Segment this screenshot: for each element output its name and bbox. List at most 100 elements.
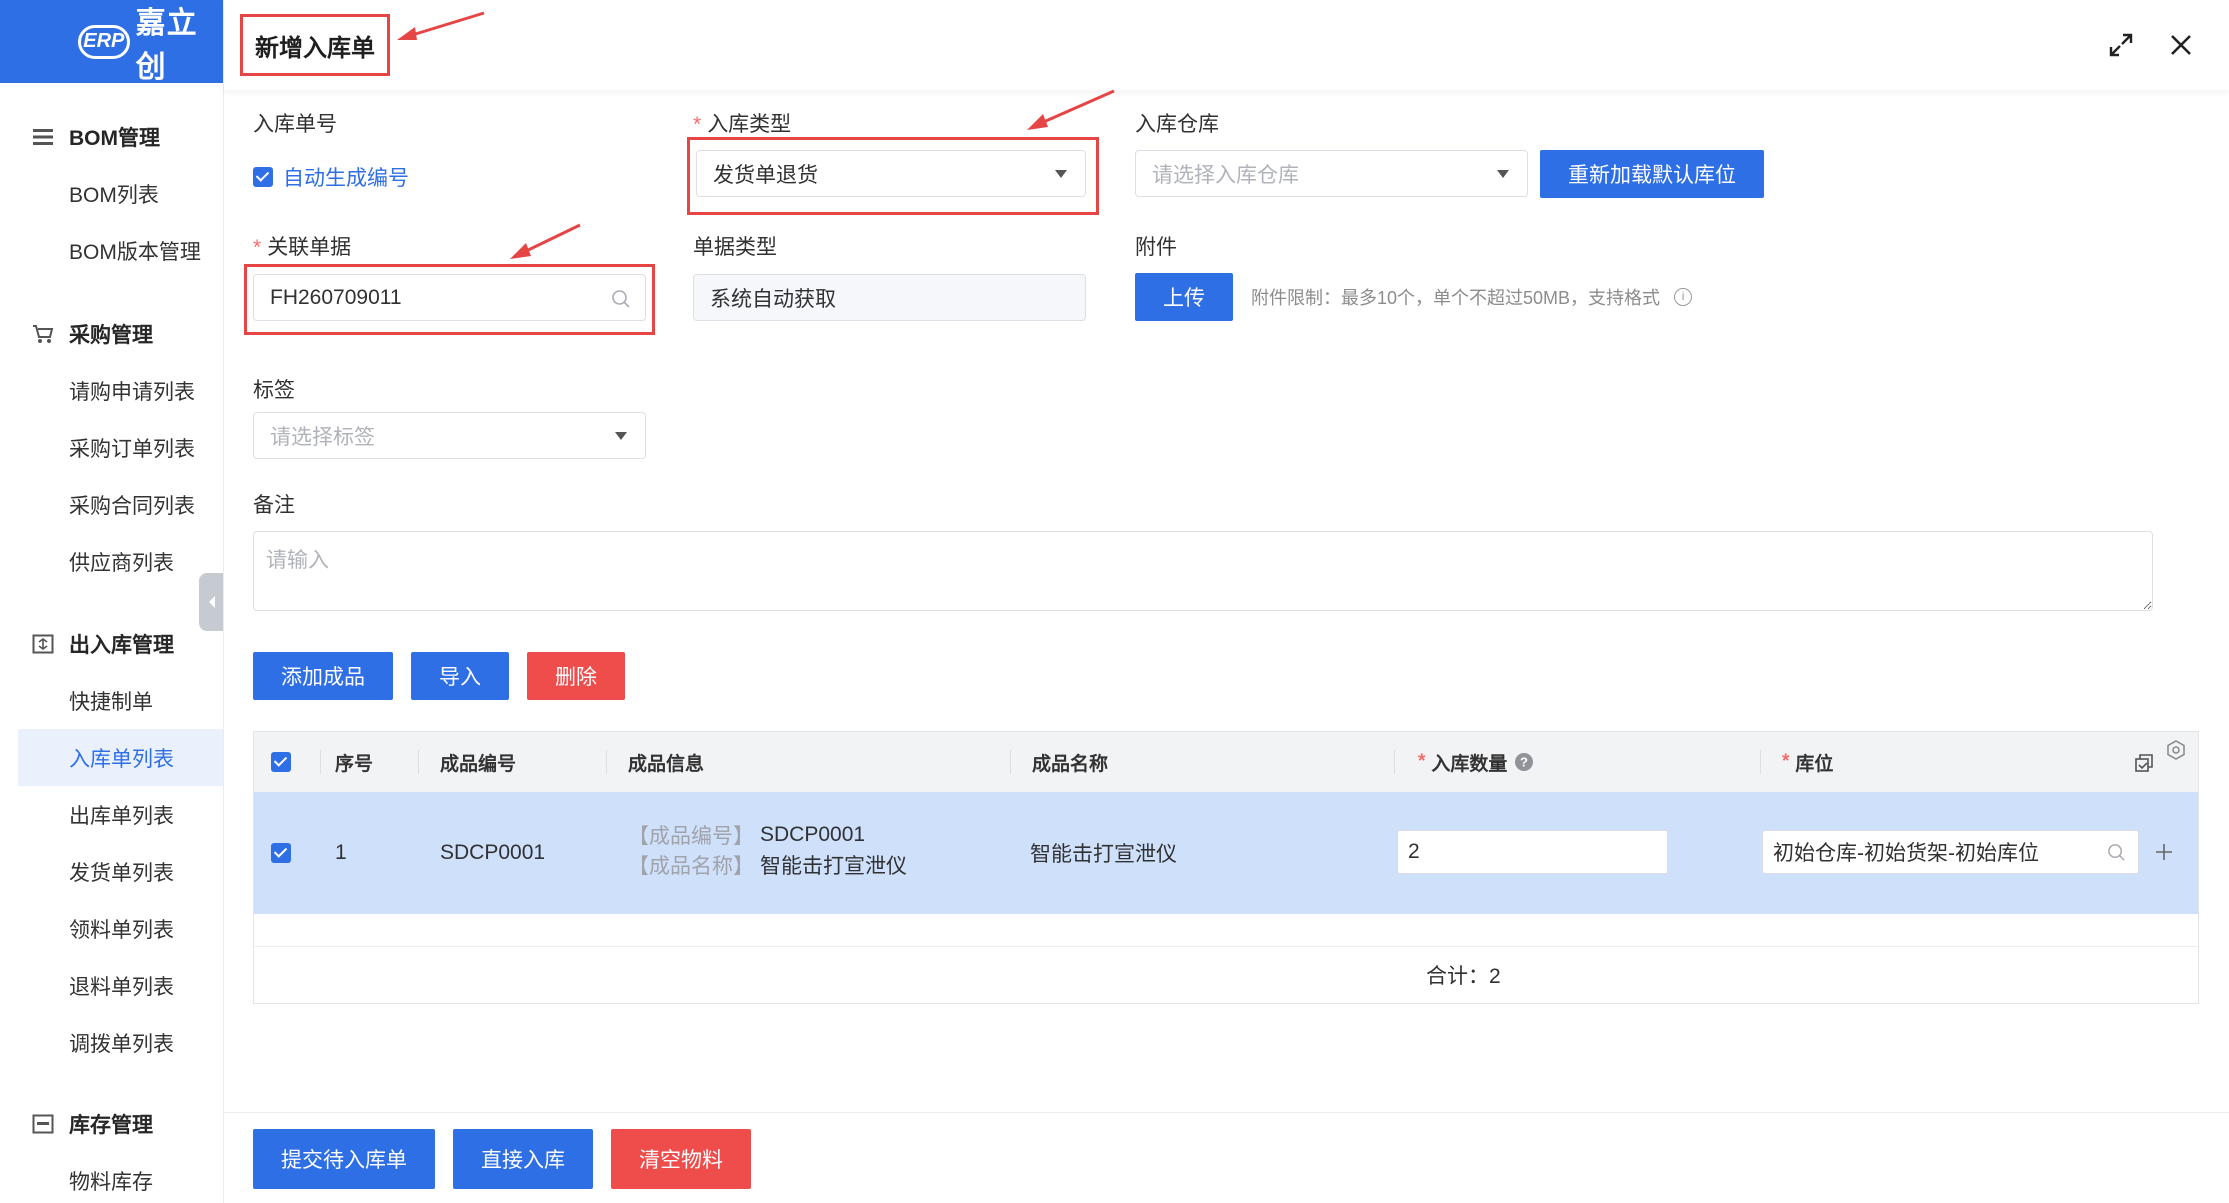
column-divider [418,750,419,774]
nav-group-label: 出入库管理 [69,633,174,657]
search-icon[interactable] [2107,843,2126,862]
brand-name: 嘉立创 [135,6,198,84]
row-checkbox[interactable] [271,792,291,914]
brand-logo[interactable]: ERP 嘉立创 [0,0,223,84]
submit-pending-button[interactable]: 提交待入库单 [253,1129,435,1189]
nav-group-title-inout[interactable]: 出入库管理 [0,615,223,672]
location-input[interactable]: 初始仓库-初始货架-初始库位 [1762,830,2139,874]
tag-label: 标签 [253,379,295,402]
checkbox-checked-icon [271,752,291,772]
column-divider [320,750,321,774]
row-seq: 1 [335,841,347,864]
checkbox-checked-icon [271,843,291,863]
row-code: SDCP0001 [440,841,546,864]
import-button[interactable]: 导入 [411,652,509,700]
clear-materials-button[interactable]: 清空物料 [611,1129,751,1189]
remark-label: 备注 [253,494,295,517]
related-doc-value: FH260709011 [270,285,402,309]
copy-icon[interactable] [2134,753,2154,773]
tag-select[interactable]: 请选择标签 [253,412,646,459]
divider [254,946,2198,947]
sidebar-item-purchase-contract[interactable]: 采购合同列表 [0,476,223,533]
column-divider [606,750,607,774]
tag-placeholder: 请选择标签 [270,425,375,449]
sidebar-item-transfer-list[interactable]: 调拨单列表 [0,1014,223,1071]
cart-icon [33,324,54,343]
table-total: 合计：2 [1426,965,1501,988]
add-product-button[interactable]: 添加成品 [253,652,393,700]
sidebar-item-shipping-list[interactable]: 发货单列表 [0,843,223,900]
nav-group-label: 库存管理 [69,1113,153,1137]
nav-group-purchase: 采购管理 请购申请列表 采购订单列表 采购合同列表 供应商列表 [0,305,223,590]
reload-default-location-button[interactable]: 重新加载默认库位 [1540,150,1764,198]
expand-icon [2109,33,2133,57]
annotation-arrow [397,11,485,40]
inventory-icon [32,1114,54,1133]
row-info-name: 【成品名称】 智能击打宣泄仪 [628,850,907,880]
inbound-type-select[interactable]: 发货单退货 [696,150,1086,197]
qty-value: 2 [1408,840,1420,863]
direct-inbound-button[interactable]: 直接入库 [453,1129,593,1189]
inbound-type-value: 发货单退货 [713,163,818,187]
sidebar-item-outbound-list[interactable]: 出库单列表 [0,786,223,843]
sidebar-item-inbound-list[interactable]: 入库单列表 [18,729,223,786]
order-no-label: 入库单号 [253,113,337,136]
sidebar-item-purchase-request[interactable]: 请购申请列表 [0,362,223,419]
sidebar-item-material-stock[interactable]: 物料库存 [0,1152,223,1203]
box-icon [32,634,54,653]
nav-group-title-inventory[interactable]: 库存管理 [0,1095,223,1152]
sidebar-item-supplier[interactable]: 供应商列表 [0,533,223,590]
sidebar-collapse-handle[interactable] [199,573,223,631]
plus-icon[interactable] [2155,843,2173,861]
svg-text:?: ? [1520,755,1528,770]
row-info-code: 【成品编号】 SDCP0001 [628,820,865,850]
upload-button[interactable]: 上传 [1135,273,1233,321]
doc-type-value: 系统自动获取 [710,287,836,311]
attachment-hint-text: 附件限制：最多10个，单个不超过50MB，支持格式 [1251,288,1661,308]
column-divider [1760,750,1761,774]
remark-textarea[interactable] [253,531,2153,611]
sidebar-item-quick-order[interactable]: 快捷制单 [0,672,223,729]
caret-down-icon [615,432,627,440]
inbound-type-label: * 入库类型 [693,113,792,136]
nav-group-label: BOM管理 [69,126,160,150]
related-doc-input[interactable]: FH260709011 [253,274,646,321]
nav-group-title-purchase[interactable]: 采购管理 [0,305,223,362]
search-icon[interactable] [611,289,631,309]
sidebar-item-return-list[interactable]: 退料单列表 [0,957,223,1014]
footer-divider [224,1112,2229,1113]
close-button[interactable] [2164,28,2198,62]
info-icon[interactable]: i [1674,288,1693,306]
attachment-label: 附件 [1135,236,1177,259]
col-qty-label: 入库数量 [1431,753,1508,775]
sidebar-item-picking-list[interactable]: 领料单列表 [0,900,223,957]
nav-group-title-bom[interactable]: BOM管理 [0,108,223,165]
chevron-left-icon [208,596,215,608]
list-icon [33,128,53,145]
attachment-hint: 附件限制：最多10个，单个不超过50MB，支持格式 i [1251,284,1693,310]
nav-group-inout: 出入库管理 快捷制单 入库单列表 出库单列表 发货单列表 领料单列表 退料单列表… [0,615,223,1071]
annotation-arrow [510,223,581,259]
settings-icon[interactable] [2166,740,2186,760]
sidebar-item-purchase-order[interactable]: 采购订单列表 [0,419,223,476]
select-all-checkbox[interactable] [271,732,291,792]
row-name: 智能击打宣泄仪 [1030,843,1177,866]
help-icon[interactable]: ? [1515,753,1534,771]
maximize-button[interactable] [2104,28,2138,62]
auto-number-checkbox[interactable]: 自动生成编号 [253,162,409,192]
delete-button[interactable]: 删除 [527,652,625,700]
qty-input[interactable]: 2 [1397,830,1668,874]
checkbox-checked-icon [253,167,273,187]
sidebar-item-bom-list[interactable]: BOM列表 [0,165,223,222]
inbound-type-label-text: 入库类型 [707,113,792,136]
add-inbound-dialog: 新增入库单 入库单号 自动生成编号 * 入库类型 发货单退货 入库仓库 请选择入库… [224,0,2229,1203]
info-name-label: 【成品名称】 [628,855,754,878]
nav-group-label: 采购管理 [69,323,153,347]
warehouse-select[interactable]: 请选择入库仓库 [1135,150,1528,197]
table-row[interactable]: 1 SDCP0001 【成品编号】 SDCP0001 【成品名称】 智能击打宣泄… [254,792,2198,914]
sidebar-item-bom-version[interactable]: BOM版本管理 [0,222,223,279]
erp-logo-icon: ERP [78,24,130,59]
col-info: 成品信息 [628,753,705,775]
column-divider [1010,750,1011,774]
dialog-header: 新增入库单 [224,0,2229,90]
